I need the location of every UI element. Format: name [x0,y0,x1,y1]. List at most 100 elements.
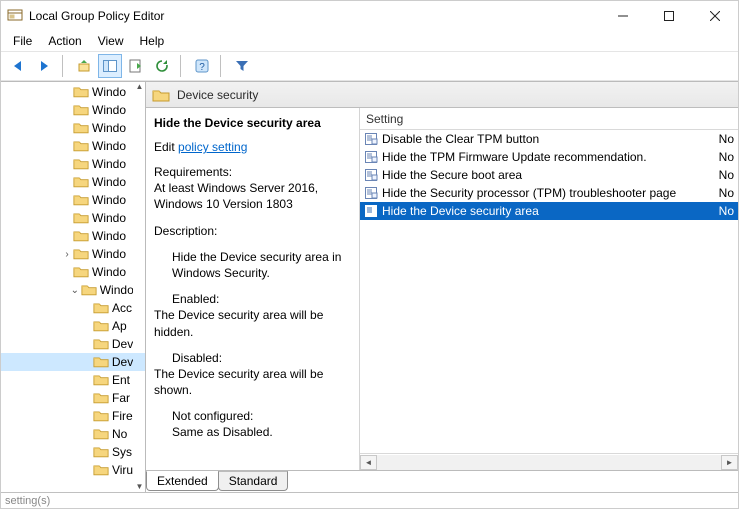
back-button[interactable] [6,54,30,78]
tree-item[interactable]: Dev [1,353,145,371]
setting-row[interactable]: Disable the Clear TPM button No [360,130,738,148]
title-bar: Local Group Policy Editor [1,1,738,31]
setting-state: No [719,150,738,164]
forward-button[interactable] [32,54,56,78]
tree-item[interactable]: Windo [1,83,145,101]
collapse-icon[interactable]: ⌄ [69,285,81,296]
tree-item-label: Windo [92,139,126,153]
tree-item-label: Windo [92,121,126,135]
scroll-up-icon[interactable]: ▲ [136,83,144,91]
tree-item[interactable]: Ent [1,371,145,389]
tree-pane[interactable]: WindoWindoWindoWindoWindoWindoWindoWindo… [1,82,146,492]
filter-button[interactable] [230,54,254,78]
minimize-button[interactable] [600,1,646,31]
folder-icon [73,265,89,279]
requirements-label: Requirements: [154,164,351,180]
menu-action[interactable]: Action [40,32,89,50]
body: WindoWindoWindoWindoWindoWindoWindoWindo… [1,81,738,492]
tree-item[interactable]: Windo [1,155,145,173]
tree-item[interactable]: Sys [1,443,145,461]
status-bar: setting(s) [1,492,738,508]
up-button[interactable] [72,54,96,78]
setting-label: Disable the Clear TPM button [382,132,539,146]
tree-item-label: Dev [112,355,133,369]
tree-item[interactable]: Windo [1,173,145,191]
folder-icon [73,247,89,261]
policy-icon [364,204,378,218]
setting-label: Hide the Security processor (TPM) troubl… [382,186,676,200]
tree-scrollbar[interactable]: ▲ ▼ [134,82,145,492]
tree-item-label: Windo [92,229,126,243]
tree-item-label: Windo [92,85,126,99]
settings-list[interactable]: Disable the Clear TPM buttonNoHide the T… [360,130,738,453]
disabled-text: The Device security area will be shown. [154,366,351,398]
tree-item-label: Viru [112,463,133,477]
tree-item[interactable]: Windo [1,137,145,155]
tree-item-label: Windo [100,283,133,297]
folder-icon [73,139,89,153]
menu-file[interactable]: File [5,32,40,50]
disabled-label: Disabled: [154,350,351,366]
enabled-text: The Device security area will be hidden. [154,307,351,339]
help-button[interactable]: ? [190,54,214,78]
scroll-down-icon[interactable]: ▼ [136,483,144,491]
tree-item[interactable]: Windo [1,263,145,281]
setting-state: No [719,132,738,146]
setting-row[interactable]: Hide the Device security areaNo [360,202,738,220]
edit-label: Edit [154,140,178,154]
tree-item[interactable]: Windo [1,227,145,245]
header-title: Device security [177,88,258,102]
tab-standard[interactable]: Standard [218,471,289,491]
folder-icon [73,211,89,225]
tree-item-label: Windo [92,157,126,171]
folder-icon [73,85,89,99]
tree-item[interactable]: Windo [1,119,145,137]
tree-item[interactable]: Fire [1,407,145,425]
refresh-button[interactable] [150,54,174,78]
tree-item[interactable]: Ap [1,317,145,335]
menu-bar: File Action View Help [1,31,738,51]
app-icon [7,8,23,24]
tree-item[interactable]: Far [1,389,145,407]
scroll-right-icon[interactable]: ► [721,455,738,470]
show-tree-button[interactable] [98,54,122,78]
window: Local Group Policy Editor File Action Vi… [0,0,739,509]
tree-item[interactable]: ⌄ Windo [1,281,145,299]
setting-row[interactable]: Hide the TPM Firmware Update recommendat… [360,148,738,166]
tree-item[interactable]: Windo [1,101,145,119]
folder-icon [93,409,109,423]
tree-item[interactable]: No [1,425,145,443]
tree-item[interactable]: Dev [1,335,145,353]
tree-item-label: No [112,427,127,441]
tree-item-label: Windo [92,247,126,261]
horizontal-scrollbar[interactable]: ◄ ► [360,453,738,470]
tree-item[interactable]: Windo [1,209,145,227]
tree-item[interactable]: Acc [1,299,145,317]
menu-help[interactable]: Help [132,32,173,50]
folder-icon [93,427,109,441]
menu-view[interactable]: View [90,32,132,50]
tree-item[interactable]: › Windo [1,245,145,263]
export-button[interactable] [124,54,148,78]
description-intro: Hide the Device security area in Windows… [154,249,351,281]
content-split: Hide the Device security area Edit polic… [146,108,738,470]
folder-icon [93,445,109,459]
tree-item[interactable]: Viru [1,461,145,479]
toolbar: ? [1,51,738,81]
tree-item-label: Windo [92,103,126,117]
expand-icon[interactable]: › [61,249,73,260]
tree-item[interactable]: Windo [1,191,145,209]
setting-label: Hide the Secure boot area [382,168,522,182]
column-header-setting[interactable]: Setting [360,108,738,130]
setting-row[interactable]: Hide the Security processor (TPM) troubl… [360,184,738,202]
maximize-button[interactable] [646,1,692,31]
folder-icon [93,301,109,315]
tree-item-label: Far [112,391,130,405]
scroll-left-icon[interactable]: ◄ [360,455,377,470]
setting-row[interactable]: Hide the Secure boot areaNo [360,166,738,184]
policy-setting-link[interactable]: policy setting [178,140,247,154]
right-pane: Device security Hide the Device security… [146,82,738,492]
tab-extended[interactable]: Extended [146,471,219,491]
folder-icon [73,157,89,171]
close-button[interactable] [692,1,738,31]
